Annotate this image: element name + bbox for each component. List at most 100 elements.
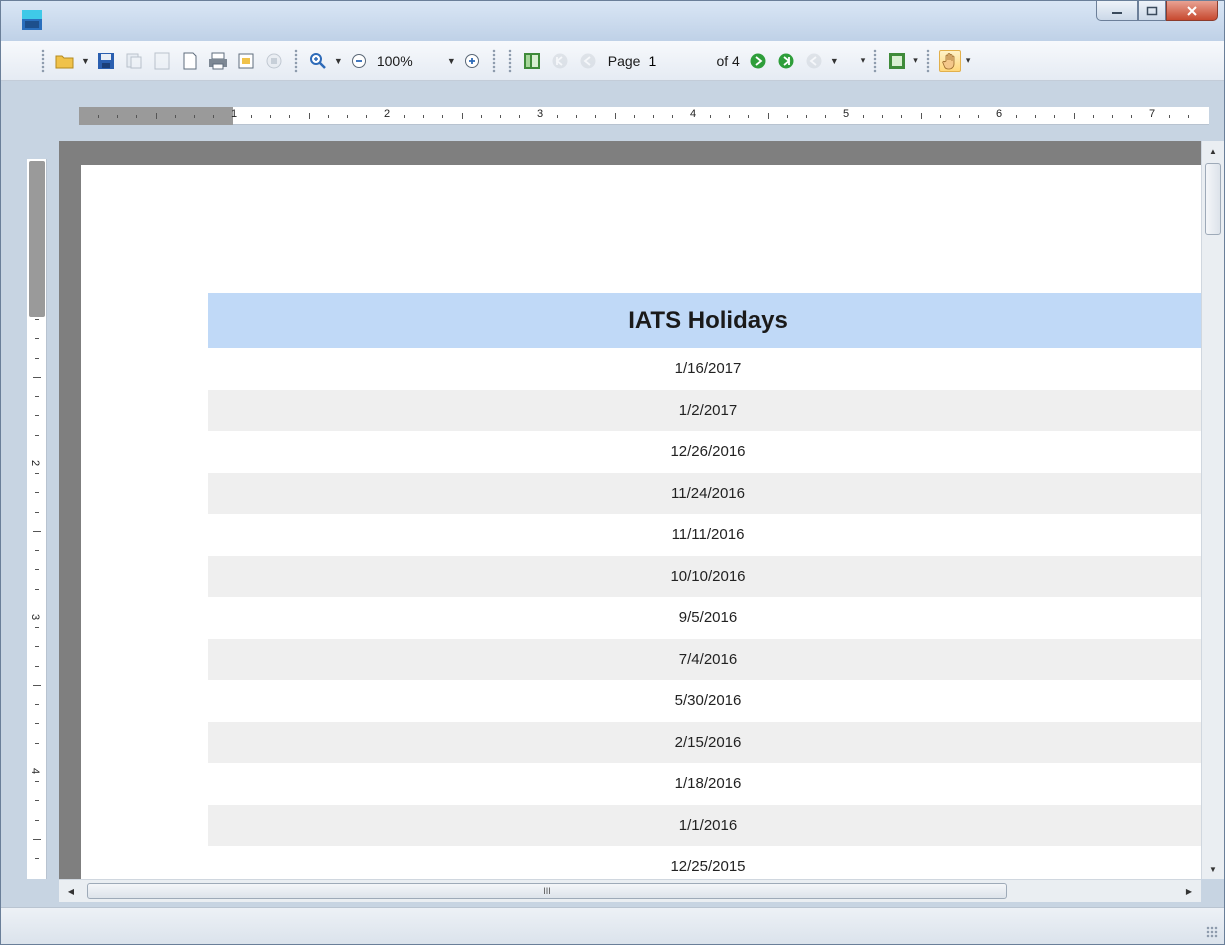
holiday-row: 11/24/2016 xyxy=(208,472,1201,514)
scroll-right-button[interactable]: ▶ xyxy=(1179,880,1199,902)
ruler-tick xyxy=(35,704,39,705)
vertical-scrollbar[interactable]: ▲ ▼ xyxy=(1201,141,1224,879)
ruler-tick xyxy=(35,569,39,571)
ruler-tick xyxy=(729,115,731,118)
toolbar-overflow-arrow-2[interactable]: ▾ xyxy=(913,55,918,66)
single-page-button[interactable] xyxy=(151,50,173,72)
page-count-label: of 4 xyxy=(716,52,740,69)
ruler-tick xyxy=(193,115,195,118)
next-page-icon xyxy=(750,53,766,68)
zoom-button[interactable] xyxy=(307,50,329,72)
zoom-level-box[interactable]: 100% xyxy=(377,53,441,69)
resize-grip[interactable] xyxy=(1206,926,1218,938)
print-preview-icon xyxy=(238,53,254,68)
scroll-left-button[interactable]: ◀ xyxy=(61,880,81,902)
open-dropdown-arrow[interactable]: ▼ xyxy=(81,56,90,66)
last-page-button[interactable] xyxy=(775,50,797,72)
horizontal-scrollbar[interactable]: ◀ III ▶ xyxy=(59,879,1201,902)
vertical-ruler-margin xyxy=(29,161,45,317)
zoom-icon xyxy=(309,52,326,69)
vertical-scroll-thumb[interactable] xyxy=(1205,163,1221,235)
holiday-row: 2/15/2016 xyxy=(208,721,1201,763)
next-page-button[interactable] xyxy=(747,50,769,72)
title-bar[interactable] xyxy=(1,1,1224,41)
ruler-tick xyxy=(308,113,310,119)
close-button[interactable] xyxy=(1166,1,1218,21)
horizontal-ruler: 1 2 3 4 5 6 7 xyxy=(79,107,1209,125)
ruler-tick xyxy=(35,511,39,513)
scroll-up-button[interactable]: ▲ xyxy=(1202,141,1224,161)
close-icon xyxy=(1187,5,1197,16)
ruler-tick xyxy=(710,115,712,118)
holiday-row: 1/18/2016 xyxy=(674,775,742,793)
ruler-tick xyxy=(33,838,41,840)
toolbar-grip-4[interactable] xyxy=(925,48,930,73)
scroll-right-icon: ▶ xyxy=(1185,886,1193,896)
ruler-tick xyxy=(423,115,425,118)
ruler-tick xyxy=(35,723,39,725)
ruler-number: 2 xyxy=(384,108,391,120)
toolbar-grip[interactable] xyxy=(41,48,45,73)
report-page: IATS Holidays 1/16/2017 1/2/2017 12/26/201… xyxy=(81,165,1201,879)
first-page-button[interactable] xyxy=(549,50,571,72)
zoom-in-icon xyxy=(464,53,479,68)
zoom-dropdown-arrow[interactable]: ▼ xyxy=(334,56,343,66)
export-icon xyxy=(126,53,142,68)
ruler-number: 4 xyxy=(690,108,697,120)
holiday-row: 9/5/2016 xyxy=(678,609,738,627)
ruler-tick xyxy=(33,530,41,532)
ruler-tick xyxy=(35,319,39,320)
ruler-tick xyxy=(251,115,253,118)
scroll-down-button[interactable]: ▼ xyxy=(1202,859,1224,879)
back-button[interactable] xyxy=(803,50,825,72)
page-setup-button[interactable] xyxy=(179,50,201,72)
maximize-button[interactable] xyxy=(1138,1,1166,21)
ruler-tick xyxy=(35,646,39,648)
ruler-tick xyxy=(35,338,39,340)
page-number-input[interactable] xyxy=(644,49,713,72)
ruler-tick xyxy=(35,627,39,628)
ruler-tick xyxy=(1169,115,1171,118)
report-viewer-app-icon xyxy=(22,10,42,30)
ruler-tick xyxy=(748,115,750,118)
holiday-table: IATS Holidays 1/16/2017 1/2/2017 12/26/201… xyxy=(208,293,1201,879)
toolbar-separator xyxy=(293,48,298,73)
hand-tool-button[interactable] xyxy=(938,49,961,72)
zoom-out-button[interactable] xyxy=(348,50,370,72)
open-button[interactable] xyxy=(54,50,76,72)
ruler-tick xyxy=(518,115,520,118)
save-icon xyxy=(97,52,114,69)
zoom-in-button[interactable] xyxy=(461,50,483,72)
ruler-tick xyxy=(35,665,39,667)
toolbar-overflow-arrow[interactable]: ▾ xyxy=(861,55,866,66)
minimize-button[interactable] xyxy=(1096,1,1138,21)
ruler-tick xyxy=(958,115,960,118)
holiday-row: 12/25/2015 xyxy=(670,858,746,876)
ruler-tick xyxy=(1092,115,1094,118)
view-toggle-button[interactable] xyxy=(886,50,908,72)
save-button[interactable] xyxy=(95,50,117,72)
ruler-tick xyxy=(576,115,578,118)
ruler-tick xyxy=(480,115,482,118)
maximize-icon xyxy=(1146,6,1158,15)
scroll-thumb-grip: III xyxy=(543,886,551,896)
zoom-level-dropdown-arrow[interactable]: ▼ xyxy=(447,56,456,66)
ruler-tick xyxy=(461,113,463,119)
toolbar-grip-3[interactable] xyxy=(873,48,878,73)
toolbar-overflow-arrow-3[interactable]: ▾ xyxy=(966,55,971,66)
export-button[interactable] xyxy=(123,50,145,72)
horizontal-scroll-thumb[interactable]: III xyxy=(87,883,1007,899)
print-button[interactable] xyxy=(207,50,229,72)
stop-button[interactable] xyxy=(263,50,285,72)
print-preview-button[interactable] xyxy=(235,50,257,72)
ruler-number: 6 xyxy=(996,108,1003,120)
previous-page-button[interactable] xyxy=(577,50,599,72)
scroll-left-icon: ◀ xyxy=(67,886,75,896)
ruler-tick xyxy=(1130,115,1132,118)
back-dropdown-arrow[interactable]: ▼ xyxy=(830,56,839,66)
document-map-button[interactable] xyxy=(521,50,543,72)
ruler-number: 2 xyxy=(29,459,42,467)
report-viewer-area[interactable]: IATS Holidays 1/16/2017 1/2/2017 12/26/201… xyxy=(59,141,1201,879)
toolbar-grip-2[interactable] xyxy=(507,48,512,73)
report-title: IATS Holidays xyxy=(208,293,1201,348)
